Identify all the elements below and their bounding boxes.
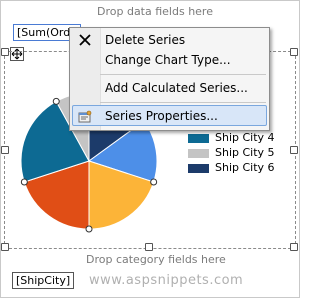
- legend-item: Ship City 6: [188, 161, 278, 175]
- legend-swatch: [188, 149, 209, 158]
- menu-item-label: Change Chart Type...: [105, 53, 231, 67]
- menu-item-label: Series Properties...: [105, 109, 218, 123]
- legend-swatch: [188, 164, 209, 173]
- legend-label: Ship City 5: [215, 146, 275, 159]
- close-icon: [78, 32, 92, 46]
- resize-handle[interactable]: [145, 243, 153, 251]
- slice-selection-handle[interactable]: [20, 178, 28, 186]
- resize-handle[interactable]: [1, 48, 9, 56]
- drop-data-fields-label: Drop data fields here: [97, 5, 213, 18]
- menu-item-series-properties[interactable]: Series Properties...: [70, 106, 269, 126]
- legend-swatch: [188, 134, 209, 143]
- resize-handle[interactable]: [290, 243, 298, 251]
- menu-item-add-calculated-series[interactable]: Add Calculated Series...: [70, 78, 269, 98]
- menu-item-delete-series[interactable]: Delete Series: [70, 30, 269, 50]
- legend-item: Ship City 4: [188, 131, 278, 145]
- legend-item: Ship City 5: [188, 146, 278, 160]
- menu-separator: [100, 102, 266, 103]
- menu-item-label: Add Calculated Series...: [105, 81, 248, 95]
- menu-item-label: Delete Series: [105, 33, 186, 47]
- menu-item-change-chart-type[interactable]: Change Chart Type...: [70, 50, 269, 70]
- legend: Ship City 4 Ship City 5 Ship City 6: [188, 131, 278, 175]
- slice-selection-handle[interactable]: [150, 178, 158, 186]
- context-menu: Delete Series Change Chart Type... Add C…: [69, 27, 270, 131]
- slice-selection-handle[interactable]: [85, 225, 93, 233]
- resize-handle[interactable]: [1, 146, 9, 154]
- watermark-text: www.aspsnippets.com: [89, 273, 244, 288]
- slice-selection-handle[interactable]: [52, 97, 60, 105]
- resize-handle[interactable]: [1, 243, 9, 251]
- resize-handle[interactable]: [290, 146, 298, 154]
- legend-label: Ship City 4: [215, 131, 275, 144]
- menu-separator: [100, 74, 266, 75]
- properties-icon: [78, 109, 92, 123]
- legend-label: Ship City 6: [215, 161, 275, 174]
- drop-category-fields-label: Drop category fields here: [86, 253, 226, 266]
- resize-handle[interactable]: [290, 48, 298, 56]
- category-field-chip[interactable]: [ShipCity]: [12, 272, 75, 289]
